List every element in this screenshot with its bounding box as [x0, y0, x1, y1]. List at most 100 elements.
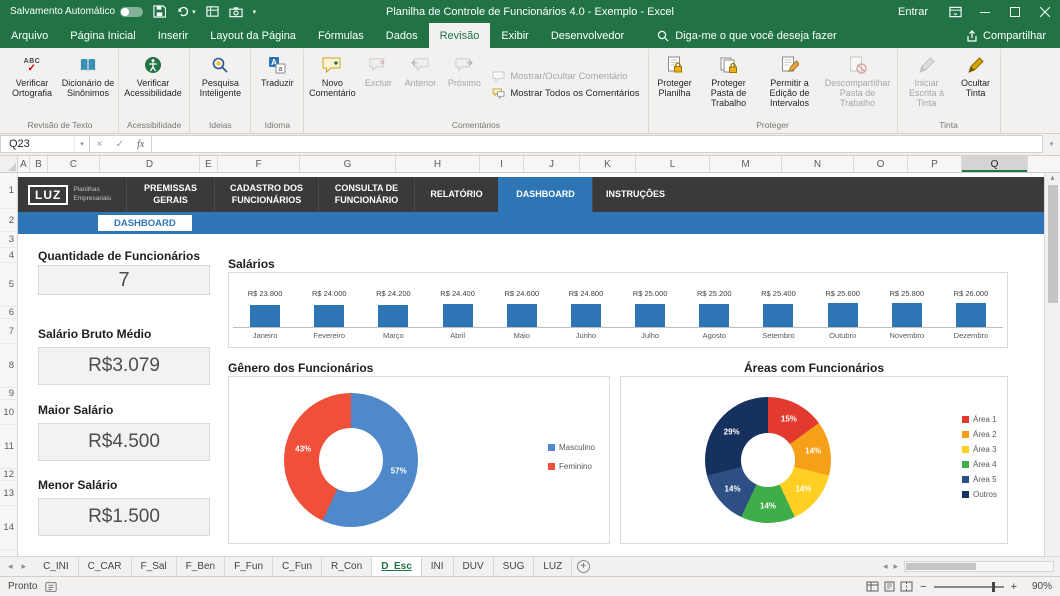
hscroll-right-icon[interactable]: ▸ — [893, 561, 898, 572]
sheet-tab[interactable]: C_Fun — [273, 557, 322, 576]
enter-icon[interactable]: ✓ — [116, 139, 124, 150]
salary-bar[interactable] — [378, 305, 408, 327]
page-layout-view-icon[interactable] — [883, 581, 896, 592]
zoom-level[interactable]: 90% — [1024, 581, 1052, 592]
previous-comment-button[interactable]: Anterior — [398, 50, 442, 119]
tab-inserir[interactable]: Inserir — [147, 23, 200, 48]
name-box[interactable]: Q23 ▾ — [0, 135, 90, 153]
page-break-view-icon[interactable] — [900, 581, 913, 592]
maximize-button[interactable] — [1000, 0, 1030, 23]
show-hide-comment-button[interactable]: Mostrar/Ocultar Comentário — [492, 71, 639, 82]
salary-bar[interactable] — [250, 305, 280, 327]
sheet-tab[interactable]: R_Con — [322, 557, 372, 576]
column-header[interactable]: L — [636, 156, 710, 172]
sheet-nav-right-icon[interactable]: ▸ — [22, 561, 27, 572]
hide-ink-button[interactable]: Ocultar Tinta — [954, 50, 998, 119]
translate-button[interactable]: Aa Traduzir — [253, 50, 301, 119]
salaries-chart-box[interactable]: R$ 23.800JaneiroR$ 24.000FevereiroR$ 24.… — [228, 272, 1008, 348]
column-header[interactable]: M — [710, 156, 782, 172]
row-header[interactable]: 4 — [0, 248, 17, 263]
column-header-selected[interactable]: Q — [962, 156, 1028, 172]
tab-revisao[interactable]: Revisão — [429, 23, 491, 48]
show-all-comments-button[interactable]: Mostrar Todos os Comentários — [492, 88, 639, 99]
salary-bar[interactable] — [892, 303, 922, 327]
row-header[interactable]: 14 — [0, 506, 17, 550]
formula-bar-expand-icon[interactable]: ▾ — [1043, 135, 1060, 153]
sheet-tab[interactable]: LUZ — [534, 557, 572, 576]
column-header[interactable]: K — [580, 156, 636, 172]
sheet-tab[interactable]: F_Ben — [177, 557, 225, 576]
salary-bar[interactable] — [635, 304, 665, 327]
row-header[interactable]: 2 — [0, 209, 17, 232]
gender-chart-box[interactable]: 57%43% Masculino Feminino — [228, 376, 610, 544]
column-header[interactable]: O — [854, 156, 908, 172]
tab-pagina-inicial[interactable]: Página Inicial — [59, 23, 146, 48]
column-header[interactable]: B — [30, 156, 48, 172]
row-header[interactable]: 8 — [0, 344, 17, 388]
column-header[interactable]: N — [782, 156, 854, 172]
salary-bar[interactable] — [571, 304, 601, 327]
protect-workbook-button[interactable]: Proteger Pasta de Trabalho — [699, 50, 759, 119]
vertical-scrollbar[interactable]: ▴ — [1044, 173, 1060, 556]
smart-lookup-button[interactable]: Pesquisa Inteligente — [192, 50, 248, 119]
column-header[interactable]: A — [18, 156, 30, 172]
row-header[interactable]: 13 — [0, 481, 17, 506]
scroll-up-icon[interactable]: ▴ — [1050, 173, 1054, 182]
save-button[interactable] — [153, 5, 166, 18]
tab-exibir[interactable]: Exibir — [490, 23, 540, 48]
row-header[interactable]: 5 — [0, 263, 17, 307]
column-header[interactable]: H — [396, 156, 480, 172]
sheet-tab[interactable]: SUG — [494, 557, 535, 576]
close-button[interactable] — [1030, 0, 1060, 23]
insert-function-icon[interactable]: fx — [137, 139, 144, 150]
row-header[interactable]: 11 — [0, 425, 17, 469]
accessibility-status-icon[interactable] — [45, 581, 57, 593]
horizontal-scrollbar-thumb[interactable] — [906, 563, 976, 570]
next-comment-button[interactable]: Próximo — [442, 50, 486, 119]
sheet-tab-active[interactable]: D_Esc — [372, 557, 422, 576]
nav-dashboard[interactable]: DASHBOARD — [498, 177, 592, 212]
zoom-slider-thumb[interactable] — [992, 582, 995, 592]
column-header[interactable]: I — [480, 156, 524, 172]
column-header[interactable]: D — [100, 156, 200, 172]
column-header[interactable]: E — [200, 156, 218, 172]
sheet-tab[interactable]: F_Sal — [132, 557, 177, 576]
tab-dados[interactable]: Dados — [375, 23, 429, 48]
cancel-icon[interactable]: × — [97, 139, 103, 150]
table-tool-button[interactable] — [206, 5, 219, 18]
nav-relatorio[interactable]: RELATÓRIO — [414, 177, 498, 212]
areas-chart-box[interactable]: 15%14%14%14%14%29% Área 1 Área 2 Área 3 … — [620, 376, 1008, 544]
horizontal-scrollbar[interactable] — [904, 561, 1054, 572]
new-comment-button[interactable]: Novo Comentário — [306, 50, 358, 119]
column-header[interactable]: C — [48, 156, 100, 172]
delete-comment-button[interactable]: Excluir — [358, 50, 398, 119]
undo-dropdown-icon[interactable]: ▾ — [192, 8, 196, 16]
formula-input[interactable] — [152, 135, 1043, 153]
sheet-tab[interactable]: DUV — [454, 557, 494, 576]
share-button[interactable]: Compartilhar — [952, 23, 1060, 48]
zoom-slider[interactable] — [934, 586, 1004, 588]
nav-instrucoes[interactable]: INSTRUÇÕES — [592, 177, 678, 212]
thesaurus-button[interactable]: Dicionário de Sinônimos — [60, 50, 116, 119]
tab-desenvolvedor[interactable]: Desenvolvedor — [540, 23, 635, 48]
add-sheet-button[interactable]: + — [572, 557, 594, 576]
sheet-tab[interactable]: C_CAR — [79, 557, 132, 576]
sheet-tab[interactable]: INI — [422, 557, 454, 576]
salary-bar[interactable] — [956, 303, 986, 327]
nav-cadastro-funcionarios[interactable]: CADASTRO DOS FUNCIONÁRIOS — [214, 177, 318, 212]
row-header[interactable]: 1 — [0, 173, 17, 209]
undo-button[interactable]: ▾ — [176, 5, 196, 18]
hscroll-left-icon[interactable]: ◂ — [883, 561, 888, 572]
row-header[interactable]: 7 — [0, 319, 17, 344]
minimize-button[interactable] — [970, 0, 1000, 23]
column-header[interactable]: J — [524, 156, 580, 172]
zoom-in-icon[interactable]: + — [1011, 581, 1017, 593]
row-header[interactable]: 9 — [0, 388, 17, 400]
salary-bar[interactable] — [828, 303, 858, 327]
row-header[interactable]: 6 — [0, 307, 17, 319]
tell-me-search[interactable]: Diga-me o que você deseja fazer — [649, 23, 844, 48]
salary-bar[interactable] — [763, 304, 793, 327]
tab-arquivo[interactable]: Arquivo — [0, 23, 59, 48]
vertical-scrollbar-thumb[interactable] — [1048, 185, 1058, 303]
column-header[interactable]: G — [300, 156, 396, 172]
